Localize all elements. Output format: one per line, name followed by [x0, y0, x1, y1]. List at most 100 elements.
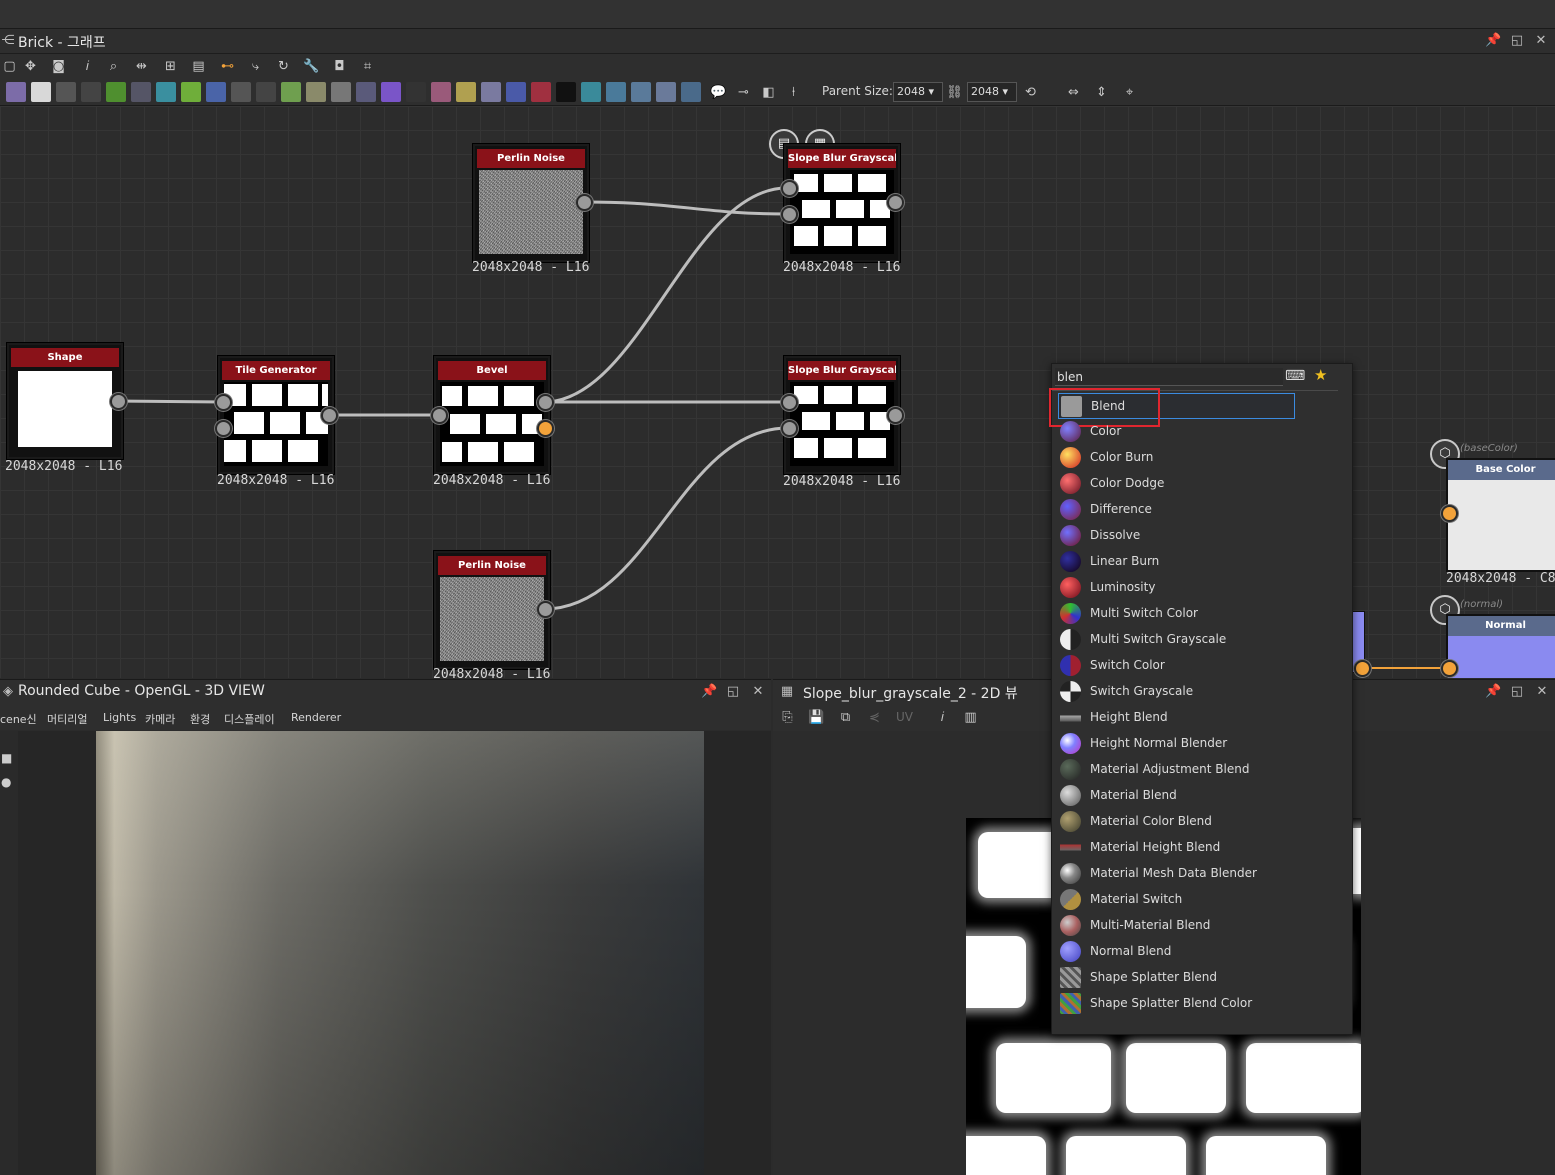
input-port[interactable]	[1441, 505, 1458, 522]
output-port[interactable]	[576, 194, 593, 211]
frame-icon[interactable]: ▢	[0, 57, 19, 76]
snap-icon[interactable]: ⌖	[1120, 83, 1139, 102]
slope-blur-node-mid[interactable]: Slope Blur Grayscale	[784, 356, 900, 474]
input-port[interactable]	[215, 420, 232, 437]
search-result-material-blend[interactable]: Material Blend	[1058, 783, 1293, 807]
pin-icon[interactable]: 📌	[1485, 684, 1501, 700]
menu-camera[interactable]: 카메라	[145, 711, 175, 727]
link-icon[interactable]: ⤷	[246, 57, 265, 76]
search-result-normal-blend[interactable]: Normal Blend	[1058, 939, 1293, 963]
search-result-multi-switch-color[interactable]: Multi Switch Color	[1058, 601, 1293, 625]
output-port[interactable]	[537, 394, 554, 411]
align-icon[interactable]: ⇹	[132, 57, 151, 76]
graph-node-icon[interactable]	[656, 82, 676, 102]
uv-icon[interactable]	[581, 82, 601, 102]
pencil-icon[interactable]	[181, 82, 201, 102]
pin-node-icon[interactable]: ⍿	[784, 83, 803, 102]
wrench-icon[interactable]: 🔧	[302, 57, 321, 76]
tile-generator-node[interactable]: Tile Generator	[218, 356, 334, 474]
histogram-icon[interactable]	[356, 82, 376, 102]
size-select[interactable]: 2048 ▾	[967, 82, 1017, 102]
search-result-material-mesh-data-blender[interactable]: Material Mesh Data Blender	[1058, 861, 1293, 885]
normal-output-node[interactable]: Normal	[1446, 614, 1555, 678]
node-search-input[interactable]	[1055, 368, 1283, 386]
input-port[interactable]	[1441, 660, 1458, 677]
menu-renderer[interactable]: Renderer	[291, 711, 341, 724]
upload-icon[interactable]	[256, 82, 276, 102]
video-camera-icon[interactable]: ■	[1, 751, 12, 765]
map-icon[interactable]	[606, 82, 626, 102]
search-result-height-normal-blender[interactable]: Height Normal Blender	[1058, 731, 1293, 755]
search-result-material-switch[interactable]: Material Switch	[1058, 887, 1293, 911]
share-icon[interactable]: ⋞	[865, 708, 884, 727]
drop-icon[interactable]	[56, 82, 76, 102]
text-icon[interactable]	[481, 82, 501, 102]
stack-icon[interactable]: ▤	[189, 57, 208, 76]
search-result-dissolve[interactable]: Dissolve	[1058, 523, 1293, 547]
snapshot-icon[interactable]: ◘	[330, 57, 349, 76]
float-window-icon[interactable]: ◱	[725, 684, 741, 700]
info-icon[interactable]: 𝑖	[933, 708, 952, 727]
histogram-icon[interactable]: ▥	[961, 708, 980, 727]
bevel-node[interactable]: Bevel	[434, 356, 550, 474]
split-icon[interactable]	[631, 82, 651, 102]
close-icon[interactable]: ✕	[1534, 684, 1550, 700]
search-result-color[interactable]: Color	[1058, 419, 1293, 443]
light-bulb-icon[interactable]: ●	[1, 775, 11, 789]
curve-icon[interactable]	[106, 82, 126, 102]
input-port[interactable]	[781, 420, 798, 437]
search-result-material-height-blend[interactable]: Material Height Blend	[1058, 835, 1293, 859]
gradient-icon[interactable]	[131, 82, 151, 102]
panel-icon[interactable]	[681, 82, 701, 102]
levels-icon[interactable]	[156, 82, 176, 102]
camera-icon[interactable]: ◙	[49, 57, 68, 76]
input-port[interactable]	[781, 206, 798, 223]
circle-icon[interactable]	[206, 82, 226, 102]
search-result-difference[interactable]: Difference	[1058, 497, 1293, 521]
save-icon[interactable]: 💾	[807, 708, 826, 727]
info-icon[interactable]: 𝑖	[78, 57, 97, 76]
blend-icon[interactable]	[306, 82, 326, 102]
output-port[interactable]	[1354, 660, 1371, 677]
close-icon[interactable]: ✕	[1533, 33, 1549, 49]
output-port[interactable]	[887, 407, 904, 424]
search-result-shape-splatter-blend-color[interactable]: Shape Splatter Blend Color	[1058, 991, 1293, 1015]
comment-icon[interactable]: 💬	[709, 83, 728, 102]
transform-icon[interactable]	[281, 82, 301, 102]
mirror-icon[interactable]	[456, 82, 476, 102]
output-port-normal[interactable]	[537, 420, 554, 437]
move-icon[interactable]: ✥	[21, 57, 40, 76]
search-result-height-blend[interactable]: Height Blend	[1058, 705, 1293, 729]
shuffle-icon[interactable]	[81, 82, 101, 102]
slope-blur-node-top[interactable]: Slope Blur Grayscale	[784, 144, 900, 262]
export-icon[interactable]: ⎘	[778, 708, 797, 727]
output-port[interactable]	[537, 601, 554, 618]
output-port[interactable]	[321, 407, 338, 424]
warp-icon[interactable]	[431, 82, 451, 102]
float-window-icon[interactable]: ◱	[1509, 684, 1525, 700]
search-result-switch-color[interactable]: Switch Color	[1058, 653, 1293, 677]
perlin-noise-node-top[interactable]: Perlin Noise	[473, 144, 589, 262]
input-port[interactable]	[781, 394, 798, 411]
search-result-shape-splatter-blend[interactable]: Shape Splatter Blend	[1058, 965, 1293, 989]
search-result-linear-burn[interactable]: Linear Burn	[1058, 549, 1293, 573]
uv-dropdown[interactable]: UV	[896, 710, 913, 724]
menu-scene[interactable]: cene신	[0, 711, 37, 727]
noise-icon[interactable]	[406, 82, 426, 102]
parent-size-select[interactable]: 2048 ▾	[893, 82, 943, 102]
dot-icon[interactable]: ⊸	[734, 83, 753, 102]
hierarchy-icon[interactable]: ⊞	[161, 57, 180, 76]
frame-node-icon[interactable]: ◧	[759, 83, 778, 102]
output-port[interactable]	[887, 194, 904, 211]
reset-icon[interactable]: ⟲	[1021, 83, 1040, 102]
menu-display[interactable]: 디스플레이	[224, 711, 275, 727]
search-result-color-burn[interactable]: Color Burn	[1058, 445, 1293, 469]
close-icon[interactable]: ✕	[750, 684, 766, 700]
menu-environment[interactable]: 환경	[190, 711, 210, 727]
selection-icon[interactable]	[506, 82, 526, 102]
color-wheel-icon[interactable]	[381, 82, 401, 102]
copy-icon[interactable]: ⧉	[836, 708, 855, 727]
search-result-luminosity[interactable]: Luminosity	[1058, 575, 1293, 599]
pin-icon[interactable]: 📌	[701, 684, 717, 700]
grid-icon[interactable]	[231, 82, 251, 102]
